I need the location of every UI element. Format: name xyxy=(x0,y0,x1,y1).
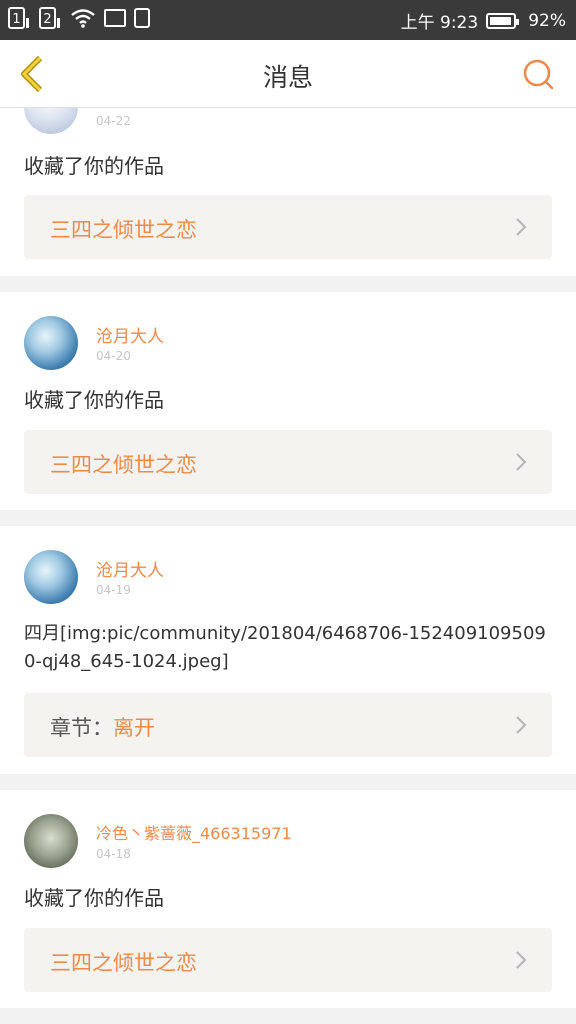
clock: 上午 9:23 xyxy=(400,13,479,33)
chapter-link[interactable]: 章节：离开 xyxy=(24,693,552,757)
message-content: 收藏了你的作品 xyxy=(24,154,164,178)
status-bar: 1 2 上午 9:23 92% xyxy=(0,0,576,40)
work-link-label: 三四之倾世之恋 xyxy=(50,218,197,242)
chapter-link-label: 章节：离开 xyxy=(50,716,155,740)
message-content: 收藏了你的作品 xyxy=(24,388,164,412)
chevron-right-icon xyxy=(516,716,527,734)
page-title: 消息 xyxy=(262,63,313,92)
avatar[interactable] xyxy=(24,814,78,868)
sim1-icon: 1 xyxy=(8,7,29,29)
chevron-right-icon xyxy=(516,218,527,236)
sim2-icon: 2 xyxy=(39,7,60,29)
message-content: 四月[img:pic/community/201804/6468706-1524… xyxy=(24,623,546,672)
work-link[interactable]: 三四之倾世之恋 xyxy=(24,928,552,992)
work-link-label: 三四之倾世之恋 xyxy=(50,951,197,975)
work-link[interactable]: 三四之倾世之恋 xyxy=(24,195,552,259)
chevron-right-icon xyxy=(516,951,527,969)
battery-percent: 92% xyxy=(528,10,566,31)
work-link[interactable]: 三四之倾世之恋 xyxy=(24,430,552,494)
work-link-label: 三四之倾世之恋 xyxy=(50,453,197,477)
message-list: 04-22 收藏了你的作品 三四之倾世之恋 沧月大人 04-20 收藏了你的作品… xyxy=(0,80,576,1024)
user-name[interactable]: 沧月大人 xyxy=(96,556,164,581)
message-date: 04-19 xyxy=(96,583,131,597)
message-content: 收藏了你的作品 xyxy=(24,886,164,910)
message-card: 沧月大人 04-19 四月[img:pic/community/201804/6… xyxy=(0,526,576,774)
message-date: 04-18 xyxy=(96,847,131,861)
sim-card-icon xyxy=(134,8,150,28)
message-card: 冷色丶紫蔷薇_466315971 04-18 收藏了你的作品 三四之倾世之恋 xyxy=(0,790,576,1008)
message-card: 04-22 收藏了你的作品 三四之倾世之恋 xyxy=(0,80,576,276)
user-name[interactable]: 冷色丶紫蔷薇_466315971 xyxy=(96,820,292,844)
avatar[interactable] xyxy=(24,550,78,604)
chevron-right-icon xyxy=(516,453,527,471)
avatar[interactable] xyxy=(24,316,78,370)
message-date: 04-20 xyxy=(96,349,131,363)
message-date: 04-22 xyxy=(96,114,131,128)
search-icon[interactable] xyxy=(520,56,556,92)
gallery-notification-icon xyxy=(104,9,126,27)
user-name[interactable]: 沧月大人 xyxy=(96,322,164,347)
wifi-icon xyxy=(71,9,95,28)
nav-bar: 消息 xyxy=(0,40,576,108)
battery-icon xyxy=(486,12,520,29)
message-card: 沧月大人 04-20 收藏了你的作品 三四之倾世之恋 xyxy=(0,292,576,510)
